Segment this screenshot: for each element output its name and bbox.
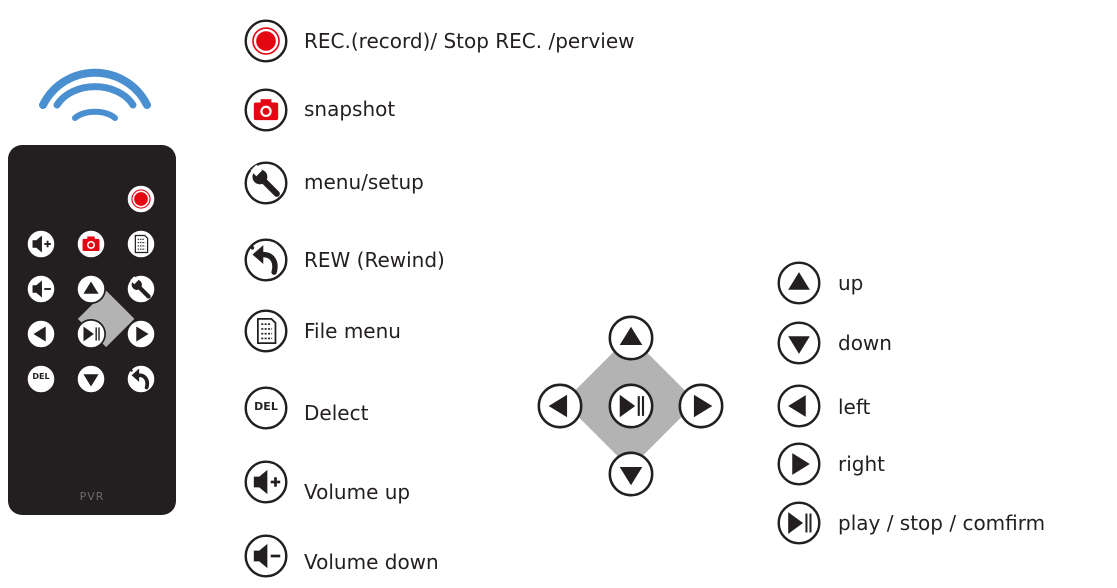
- legend-label-play: play / stop / comfirm: [838, 511, 1046, 535]
- rewind-icon: [243, 237, 289, 283]
- legend-label-volume-down: Volume down: [304, 550, 439, 574]
- dpad-right-button[interactable]: [677, 382, 725, 430]
- remote-up-button[interactable]: [75, 273, 107, 305]
- legend-label-up: up: [838, 271, 864, 295]
- legend-label-left: left: [838, 395, 871, 419]
- volume-up-icon: [244, 460, 288, 504]
- legend-label-delete: Delect: [304, 401, 369, 425]
- dpad-left-button[interactable]: [536, 382, 584, 430]
- camera-icon: [244, 88, 288, 132]
- wrench-icon: [243, 160, 289, 206]
- del-icon: DEL: [243, 385, 289, 431]
- remote-play-button[interactable]: [75, 318, 107, 350]
- remote-del-badge: DEL: [32, 372, 50, 381]
- remote-record-button[interactable]: [125, 183, 157, 215]
- remote-snapshot-button[interactable]: [75, 228, 107, 260]
- legend-label-volume-up: Volume up: [304, 480, 411, 504]
- down-arrow-icon: [777, 321, 821, 365]
- remote-control: DEL PVR: [8, 145, 176, 515]
- legend-label-right: right: [838, 452, 885, 476]
- right-arrow-icon: [777, 442, 821, 486]
- play-pause-icon: [777, 501, 821, 545]
- remote-model-label: PVR: [79, 490, 105, 503]
- remote-file-menu-button[interactable]: [125, 228, 157, 260]
- legend-label-down: down: [838, 331, 892, 355]
- legend-label-rewind: REW (Rewind): [304, 248, 445, 272]
- remote-menu-button[interactable]: [125, 273, 157, 305]
- volume-down-icon: [244, 534, 288, 578]
- remote-right-button[interactable]: [125, 318, 157, 350]
- remote-volume-up-button[interactable]: [25, 228, 57, 260]
- remote-left-button[interactable]: [25, 318, 57, 350]
- dpad-up-button[interactable]: [607, 314, 655, 362]
- legend-label-snapshot: snapshot: [304, 97, 396, 121]
- legend-label-record: REC.(record)/ Stop REC. /perview: [304, 29, 635, 53]
- legend-label-file: File menu: [304, 319, 401, 343]
- signal-waves-icon: [39, 68, 151, 121]
- remote-down-button[interactable]: [75, 363, 107, 395]
- dpad-play-button[interactable]: [607, 382, 655, 430]
- legend-label-menu: menu/setup: [304, 170, 424, 194]
- up-arrow-icon: [777, 261, 821, 305]
- remote-del-button[interactable]: DEL: [25, 363, 57, 395]
- file-icon: [244, 309, 288, 353]
- record-icon: [244, 19, 288, 63]
- del-icon-badge: DEL: [254, 400, 278, 413]
- remote-rewind-button[interactable]: [125, 363, 157, 395]
- left-arrow-icon: [777, 384, 821, 428]
- remote-volume-down-button[interactable]: [25, 273, 57, 305]
- dpad-down-button[interactable]: [607, 450, 655, 498]
